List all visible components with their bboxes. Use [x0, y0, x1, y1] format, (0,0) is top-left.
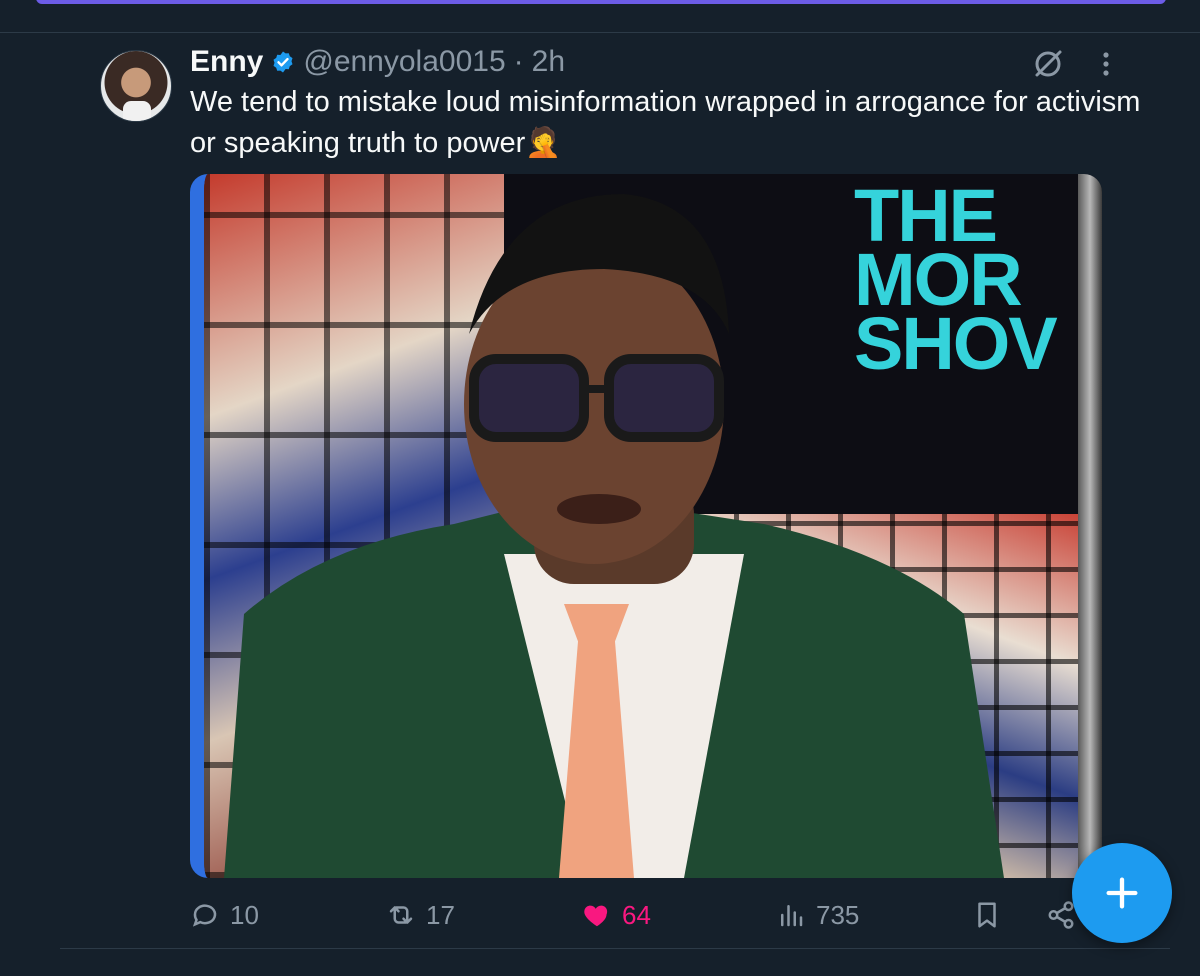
reply-count: 10: [230, 899, 259, 930]
grok-icon[interactable]: [1030, 46, 1066, 82]
compose-button[interactable]: [1072, 843, 1172, 943]
bookmark-button[interactable]: [972, 894, 1002, 936]
divider: [60, 948, 1170, 949]
like-count: 64: [622, 899, 651, 930]
reply-button[interactable]: 10: [190, 894, 259, 936]
repost-icon: [389, 906, 413, 924]
author-handle[interactable]: @ennyola0015: [303, 45, 505, 79]
share-icon: [1048, 901, 1074, 929]
views-icon: [781, 905, 803, 927]
more-icon[interactable]: [1094, 48, 1118, 80]
repost-button[interactable]: 17: [386, 894, 455, 936]
bookmark-icon: [978, 902, 996, 928]
presenter-image: [224, 194, 1004, 878]
action-bar: 10 17 64 735: [190, 894, 1090, 936]
view-count: 735: [816, 899, 860, 930]
tweet-header: Enny @ennyola0015 · 2h: [190, 42, 565, 82]
repost-count: 17: [426, 899, 455, 930]
meta-separator: ·: [513, 45, 524, 78]
tweet-text: We tend to mistake loud misinformation w…: [190, 86, 1141, 159]
media-edge: [1078, 174, 1102, 878]
views-button[interactable]: 735: [776, 894, 859, 936]
reply-icon: [192, 904, 217, 927]
like-button[interactable]: 64: [582, 894, 651, 936]
verified-badge-icon: [273, 51, 293, 73]
top-banner-edge: [36, 0, 1166, 4]
divider: [0, 32, 1200, 33]
tweet-meta: @ennyola0015 · 2h: [303, 45, 565, 79]
share-button[interactable]: [1046, 894, 1076, 936]
heart-icon: [584, 905, 608, 927]
tweet-video[interactable]: THE MOR SHOV: [190, 174, 1102, 878]
tweet-time[interactable]: 2h: [532, 45, 565, 79]
avatar[interactable]: [100, 50, 172, 122]
plus-icon: [1106, 877, 1138, 909]
author-name[interactable]: Enny: [190, 45, 263, 79]
